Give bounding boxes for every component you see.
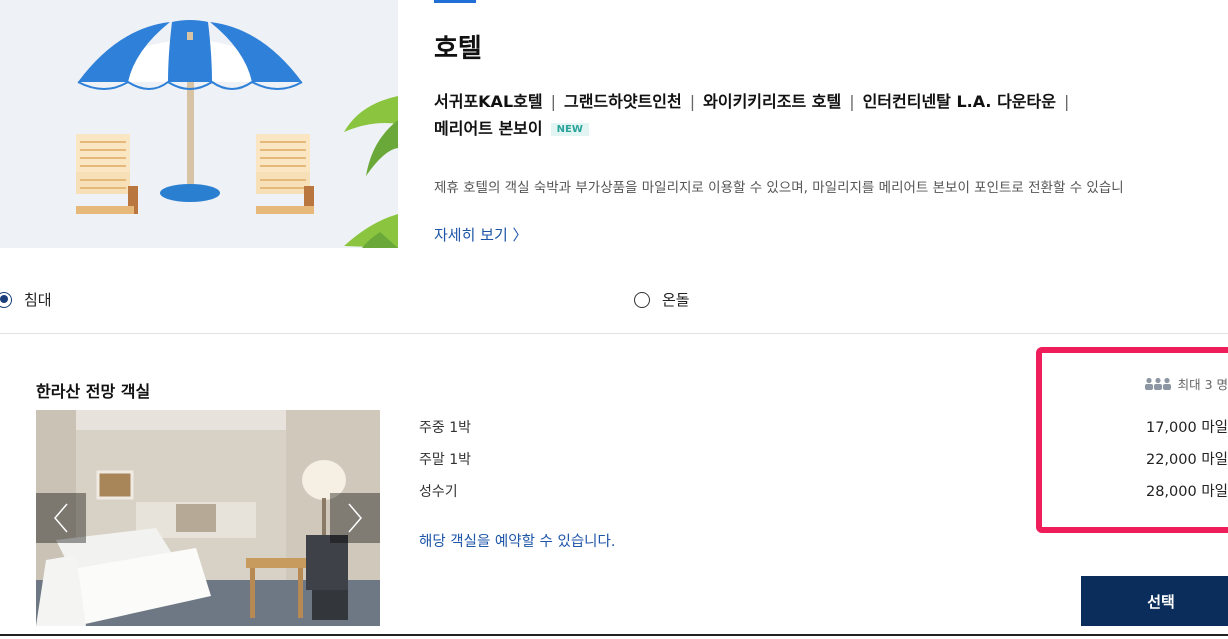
price-peak: 28,000 마일	[1145, 484, 1228, 500]
chevron-left-icon	[54, 503, 68, 533]
chevron-right-icon	[348, 503, 362, 533]
room-name: 한라산 전망 객실	[36, 382, 151, 401]
people-icon	[1144, 377, 1171, 390]
partner-hotel: 인터컨티넨탈 L.A. 다운타운	[862, 92, 1056, 111]
section-bottom-border	[0, 634, 1228, 636]
rate-label-peak: 성수기	[419, 484, 458, 500]
section-divider	[0, 333, 1228, 334]
partner-separator: |	[1063, 92, 1070, 111]
section-accent-bar	[434, 0, 476, 3]
partner-hotel-list-continued: 메리어트 본보이 NEW	[434, 115, 589, 139]
hotel-description: 제휴 호텔의 객실 숙박과 부가상품을 마일리지로 이용할 수 있으며, 마일리…	[434, 180, 1124, 196]
room-photo	[36, 410, 380, 626]
rate-label-weekend: 주말 1박	[419, 452, 471, 468]
bed-type-label: 침대	[24, 291, 52, 309]
partner-separator: |	[849, 92, 855, 111]
hotel-illustration	[0, 0, 398, 248]
bed-type-option-bed[interactable]: 침대	[0, 289, 52, 310]
new-badge: NEW	[550, 123, 589, 136]
bed-type-option-ondol[interactable]: 온돌	[634, 289, 690, 310]
select-room-button[interactable]: 선택	[1081, 576, 1228, 626]
partner-separator: |	[550, 92, 556, 111]
partner-hotel: 그랜드하얏트인천	[563, 92, 682, 111]
partner-hotel: 서귀포KAL호텔	[434, 92, 543, 111]
price-weekend: 22,000 마일	[1145, 452, 1228, 468]
bed-type-label: 온돌	[662, 291, 690, 309]
capacity-text: 최대 3 명	[1177, 377, 1228, 392]
details-link[interactable]: 자세히 보기 〉	[434, 224, 528, 245]
partner-hotel: 와이키키리조트 호텔	[703, 92, 842, 111]
room-capacity: 최대 3 명	[1144, 374, 1228, 393]
carousel-prev-button[interactable]	[36, 493, 86, 543]
room-photo-carousel[interactable]	[36, 410, 380, 626]
partner-separator: |	[689, 92, 696, 111]
radio-unchecked-icon[interactable]	[634, 291, 650, 308]
radio-checked-icon[interactable]	[0, 291, 12, 308]
availability-message: 해당 객실을 예약할 수 있습니다.	[419, 534, 616, 550]
price-weekday: 17,000 마일	[1145, 420, 1228, 436]
carousel-next-button[interactable]	[330, 493, 380, 543]
partner-hotel-list: 서귀포KAL호텔 | 그랜드하얏트인천 | 와이키키리조트 호텔 | 인터컨티넨탈 L.A.…	[434, 88, 1077, 112]
page-title: 호텔	[434, 34, 482, 64]
rate-label-weekday: 주중 1박	[419, 420, 471, 436]
partner-hotel: 메리어트 본보이	[434, 119, 543, 138]
